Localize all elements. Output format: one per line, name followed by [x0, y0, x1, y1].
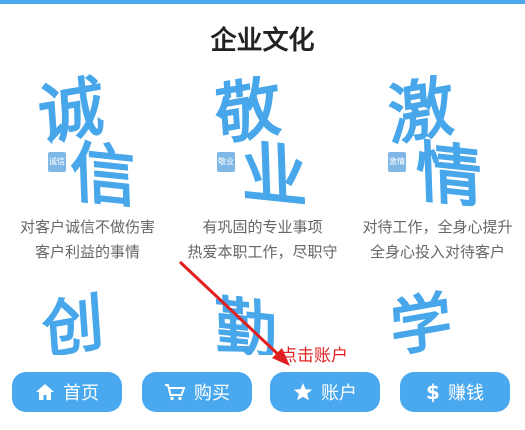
nav-home-button[interactable]: 首页	[12, 372, 122, 412]
home-icon	[35, 383, 55, 401]
bottom-nav: 首页 购买 账户 $ 赚钱	[0, 350, 525, 430]
nav-label: 赚钱	[447, 383, 484, 404]
nav-account-button[interactable]: 账户	[270, 372, 380, 412]
nav-earn-button[interactable]: $ 赚钱	[400, 372, 510, 412]
nav-label: 账户	[321, 383, 357, 404]
nav-label: 购买	[194, 383, 230, 404]
cart-icon	[164, 383, 186, 401]
star-icon	[293, 382, 313, 402]
nav-buy-button[interactable]: 购买	[142, 372, 252, 412]
dollar-icon: $	[426, 380, 440, 404]
nav-label: 首页	[63, 383, 99, 404]
